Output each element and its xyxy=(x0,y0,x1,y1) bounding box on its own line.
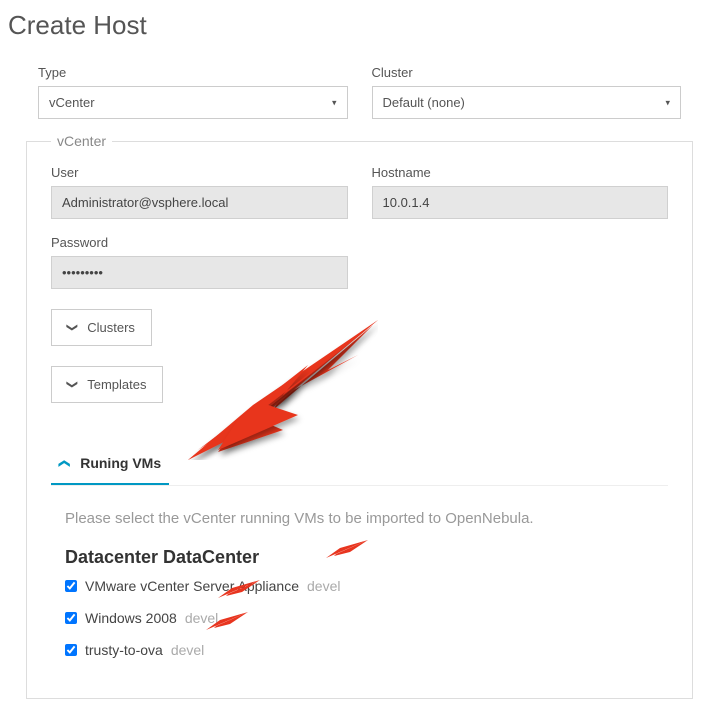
datacenter-title: Datacenter DataCenter xyxy=(65,547,668,568)
hostname-label: Hostname xyxy=(372,165,669,180)
vm-tag: devel xyxy=(185,610,218,626)
chevron-down-icon: ❯ xyxy=(66,323,79,332)
vm-list: VMware vCenter Server Appliance devel Wi… xyxy=(65,578,668,658)
chevron-up-icon: ❯ xyxy=(57,458,70,467)
vcenter-fieldset: vCenter User Hostname Password ❯ Cluster… xyxy=(26,133,693,699)
vm-tag: devel xyxy=(307,578,340,594)
page-title: Create Host xyxy=(8,10,711,41)
cluster-select[interactable]: Default (none) ▾ xyxy=(372,86,682,119)
type-select[interactable]: vCenter ▾ xyxy=(38,86,348,119)
vm-checkbox[interactable] xyxy=(65,612,77,624)
list-item: Windows 2008 devel xyxy=(65,610,668,626)
user-label: User xyxy=(51,165,348,180)
cluster-label: Cluster xyxy=(372,65,682,80)
cluster-select-value: Default (none) xyxy=(383,95,465,110)
tab-running-vms-label: Runing VMs xyxy=(80,455,161,471)
caret-down-icon: ▾ xyxy=(665,97,670,108)
import-instructions: Please select the vCenter running VMs to… xyxy=(65,510,668,527)
clusters-button-label: Clusters xyxy=(87,320,135,335)
vm-name: Windows 2008 xyxy=(85,610,177,626)
vm-name: trusty-to-ova xyxy=(85,642,163,658)
type-label: Type xyxy=(38,65,348,80)
list-item: VMware vCenter Server Appliance devel xyxy=(65,578,668,594)
type-select-value: vCenter xyxy=(49,95,95,110)
clusters-button[interactable]: ❯ Clusters xyxy=(51,309,152,346)
templates-button[interactable]: ❯ Templates xyxy=(51,366,163,403)
vm-checkbox[interactable] xyxy=(65,644,77,656)
list-item: trusty-to-ova devel xyxy=(65,642,668,658)
tab-running-vms[interactable]: ❯ Runing VMs xyxy=(51,443,169,485)
vm-tag: devel xyxy=(171,642,204,658)
caret-down-icon: ▾ xyxy=(332,97,337,108)
vcenter-legend: vCenter xyxy=(51,133,112,149)
chevron-down-icon: ❯ xyxy=(66,380,79,389)
templates-button-label: Templates xyxy=(87,377,146,392)
vm-name: VMware vCenter Server Appliance xyxy=(85,578,299,594)
vm-checkbox[interactable] xyxy=(65,580,77,592)
password-input[interactable] xyxy=(51,256,348,289)
user-input[interactable] xyxy=(51,186,348,219)
password-label: Password xyxy=(51,235,348,250)
hostname-input[interactable] xyxy=(372,186,669,219)
